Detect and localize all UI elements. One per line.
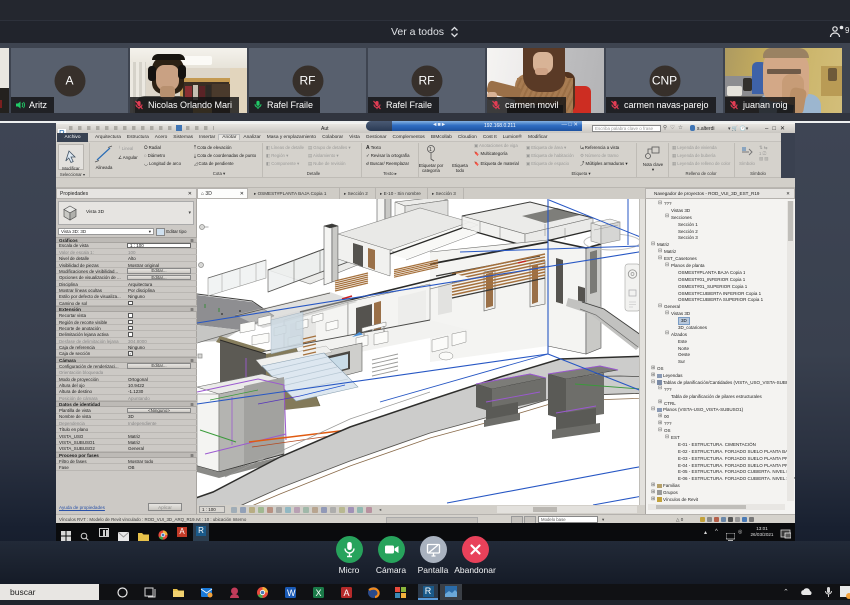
- svg-text:1: 1: [429, 147, 432, 153]
- svg-text:W: W: [287, 588, 296, 598]
- svg-text:9: 9: [845, 26, 850, 35]
- svg-text:X: X: [316, 588, 322, 598]
- svg-text:A: A: [344, 588, 350, 598]
